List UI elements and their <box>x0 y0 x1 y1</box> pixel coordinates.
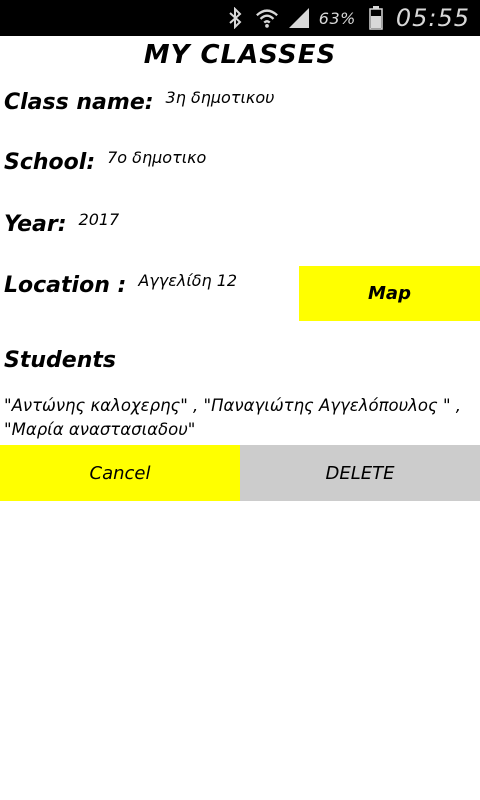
page-title: MY CLASSES <box>143 40 337 70</box>
students-list: "Αντώνης καλοχερης" , "Παναγιώτης Αγγελό… <box>4 396 462 439</box>
bluetooth-icon <box>223 6 247 30</box>
battery-icon <box>364 6 388 30</box>
class-name-value: 3η δημοτικου <box>165 88 275 107</box>
clock: 05:55 <box>395 4 470 32</box>
class-name-label: Class name: <box>4 90 154 115</box>
wifi-icon <box>255 6 279 30</box>
location-row: Location : Αγγελίδη 12 <box>4 271 238 298</box>
status-bar: 63% 05:55 <box>0 0 480 36</box>
school-label: School: <box>4 150 96 175</box>
year-row: Year: 2017 <box>4 210 120 237</box>
year-label: Year: <box>4 212 67 237</box>
location-value: Αγγελίδη 12 <box>138 271 238 290</box>
status-icons: 63% 05:55 <box>223 0 470 36</box>
map-button[interactable]: Map <box>299 266 480 321</box>
students-heading: Students <box>4 348 116 373</box>
cancel-button[interactable]: Cancel <box>0 445 240 501</box>
class-name-row: Class name: 3η δημοτικου <box>4 88 275 115</box>
cell-signal-icon <box>287 6 311 30</box>
delete-button[interactable]: DELETE <box>240 445 480 501</box>
year-value: 2017 <box>78 210 120 229</box>
school-row: School: 7ο δημοτικο <box>4 148 207 175</box>
location-label: Location : <box>4 273 127 298</box>
school-value: 7ο δημοτικο <box>107 148 207 167</box>
battery-percent: 63% <box>318 8 356 28</box>
